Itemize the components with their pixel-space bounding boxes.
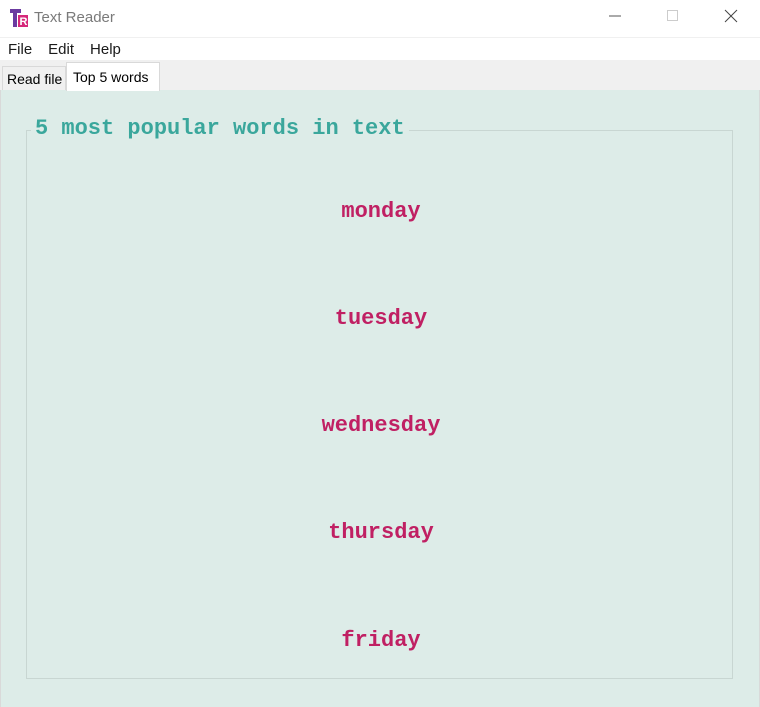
window-title: Text Reader bbox=[34, 9, 115, 26]
app-icon: R bbox=[9, 8, 29, 28]
maximize-icon bbox=[667, 9, 679, 27]
menu-file[interactable]: File bbox=[0, 39, 40, 61]
minimize-button[interactable] bbox=[586, 0, 644, 36]
svg-text:R: R bbox=[20, 16, 28, 28]
menu-edit[interactable]: Edit bbox=[40, 39, 82, 61]
word-label: wednesday bbox=[321, 413, 441, 438]
close-icon bbox=[724, 9, 738, 28]
word-label: thursday bbox=[328, 520, 434, 545]
minimize-icon bbox=[609, 9, 621, 27]
word-label: friday bbox=[341, 628, 421, 653]
menu-bar: File Edit Help bbox=[0, 37, 760, 61]
title-bar[interactable]: R Text Reader bbox=[0, 0, 760, 37]
group-title: 5 most popular words in text bbox=[31, 116, 409, 142]
word-label: tuesday bbox=[334, 306, 428, 331]
word-label: monday bbox=[341, 199, 421, 224]
tab-strip: Read file Top 5 words bbox=[0, 60, 760, 91]
tab-top-5-words[interactable]: Top 5 words bbox=[66, 62, 160, 91]
tab-panel-top-5-words: 5 most popular words in text monday tues… bbox=[0, 90, 760, 707]
maximize-button[interactable] bbox=[644, 0, 702, 36]
tab-read-file[interactable]: Read file bbox=[2, 66, 66, 90]
close-button[interactable] bbox=[702, 0, 760, 36]
menu-help[interactable]: Help bbox=[82, 39, 129, 61]
app-window: R Text Reader File Edit Help Read file T… bbox=[0, 0, 760, 707]
